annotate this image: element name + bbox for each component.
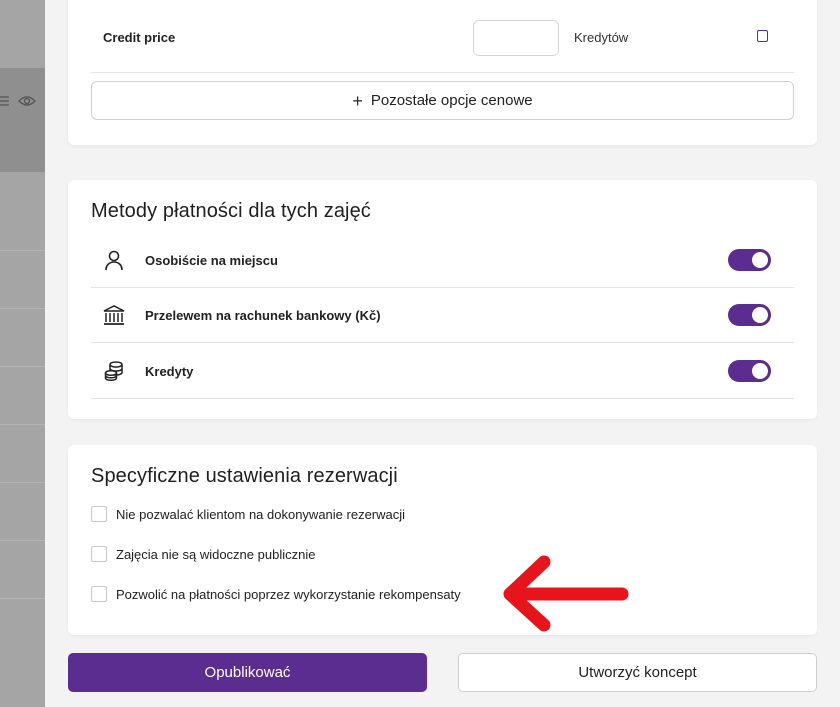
booking-settings-title: Specyficzne ustawienia rezerwacji <box>91 465 398 487</box>
more-pricing-options-label: Pozostałe opcje cenowe <box>370 92 533 109</box>
background-toolbar <box>0 94 36 108</box>
credit-unit-label: Kredytów <box>574 30 629 45</box>
bank-icon <box>99 300 129 330</box>
payment-method-label: Osobiście na miejscu <box>145 252 278 268</box>
publish-button[interactable]: Opublikować <box>68 653 427 692</box>
edit-class-modal: Credit price Kredytów + Pozostałe opcje … <box>45 0 840 707</box>
credit-checkbox[interactable] <box>757 30 768 42</box>
booking-option[interactable]: Pozwolić na płatności poprzez wykorzysta… <box>91 586 461 602</box>
credit-price-row: Credit price Kredytów <box>68 0 817 72</box>
payment-method-toggle[interactable] <box>728 360 771 382</box>
payment-methods-card: Metody płatności dla tych zajęć Osobiści… <box>68 180 817 419</box>
booking-option-checkbox[interactable] <box>91 546 107 562</box>
payment-method-label: Kredyty <box>145 363 194 379</box>
divider <box>91 72 794 73</box>
booking-option-label: Pozwolić na płatności poprzez wykorzysta… <box>116 586 461 602</box>
booking-option[interactable]: Nie pozwalać klientom na dokonywanie rez… <box>91 506 405 522</box>
booking-option-label: Zajęcia nie są widoczne publicznie <box>116 546 316 562</box>
booking-option[interactable]: Zajęcia nie są widoczne publicznie <box>91 546 315 562</box>
credit-price-label: Credit price <box>103 30 176 45</box>
credit-price-input[interactable] <box>473 20 559 56</box>
annotation-arrow-icon <box>503 555 629 632</box>
menu-icon <box>0 96 9 106</box>
coins-icon <box>99 356 129 386</box>
eye-icon <box>18 96 36 106</box>
payment-method-toggle[interactable] <box>728 304 771 326</box>
person-icon <box>99 245 129 275</box>
plus-icon: + <box>352 90 363 111</box>
payment-method-row: Kredyty <box>91 344 794 399</box>
booking-option-label: Nie pozwalać klientom na dokonywanie rez… <box>116 506 406 522</box>
booking-settings-card: Specyficzne ustawienia rezerwacji Nie po… <box>68 445 817 635</box>
payment-method-row: Przelewem na rachunek bankowy (Kč) <box>91 288 794 343</box>
payment-method-toggle[interactable] <box>728 249 771 271</box>
pricing-card: Credit price Kredytów + Pozostałe opcje … <box>68 0 817 145</box>
booking-option-checkbox[interactable] <box>91 586 107 602</box>
payment-method-row: Osobiście na miejscu <box>91 233 794 288</box>
payment-method-label: Przelewem na rachunek bankowy (Kč) <box>145 307 381 323</box>
payment-methods-title: Metody płatności dla tych zajęć <box>91 200 371 222</box>
booking-option-checkbox[interactable] <box>91 506 107 522</box>
more-pricing-options-button[interactable]: + Pozostałe opcje cenowe <box>91 81 794 120</box>
create-draft-button[interactable]: Utworzyć koncept <box>458 653 817 692</box>
